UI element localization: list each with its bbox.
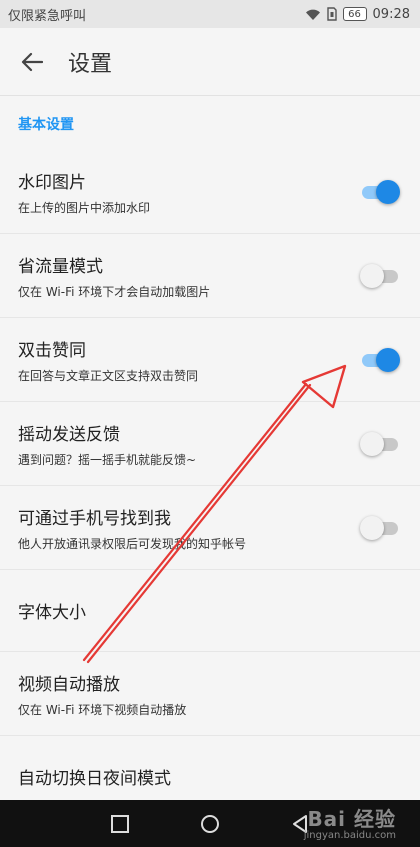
setting-data-saver[interactable]: 省流量模式 仅在 Wi-Fi 环境下才会自动加载图片 [0,234,420,318]
double-tap-upvote-toggle[interactable] [360,347,400,372]
page-title: 设置 [68,51,113,77]
settings-list: 水印图片 在上传的图片中添加水印 省流量模式 仅在 Wi-Fi 环境下才会自动加… [0,150,420,818]
clock: 09:28 [372,6,410,22]
recent-apps-icon[interactable] [110,814,130,834]
system-nav-bar [0,800,420,847]
back-icon[interactable] [290,814,310,834]
setting-font-size[interactable]: 字体大小 [0,570,420,652]
setting-title: 视频自动播放 [18,674,120,695]
setting-title: 自动切换日夜间模式 [18,769,171,789]
watermark-toggle[interactable] [360,179,400,204]
setting-video-autoplay[interactable]: 视频自动播放 仅在 Wi-Fi 环境下视频自动播放 [0,652,420,736]
setting-watermark[interactable]: 水印图片 在上传的图片中添加水印 [0,150,420,234]
wifi-icon [305,9,320,20]
arrow-back-icon [21,52,43,71]
setting-double-tap-upvote[interactable]: 双击赞同 在回答与文章正文区支持双击赞同 [0,318,420,402]
carrier-text: 仅限紧急呼叫 [8,8,87,24]
back-button[interactable] [0,28,64,96]
battery-level: 66 [348,8,361,20]
find-by-phone-toggle[interactable] [360,515,400,540]
battery-icon: 66 [342,7,367,21]
setting-subtitle: 仅在 Wi-Fi 环境下视频自动播放 [18,702,187,717]
app-bar: 设置 [0,28,420,96]
section-header: 基本设置 [18,117,74,133]
home-icon[interactable] [200,814,220,834]
status-bar: 仅限紧急呼叫 66 09:28 [0,0,420,28]
setting-shake-feedback[interactable]: 摇动发送反馈 遇到问题？摇一摇手机就能反馈~ [0,402,420,486]
status-icons: 66 09:28 [305,7,410,22]
data-saver-toggle[interactable] [360,263,400,288]
shake-feedback-toggle[interactable] [360,431,400,456]
sim-icon [326,7,337,21]
setting-find-by-phone[interactable]: 可通过手机号找到我 他人开放通讯录权限后可发现我的知乎帐号 [0,486,420,570]
setting-title: 字体大小 [18,603,86,623]
